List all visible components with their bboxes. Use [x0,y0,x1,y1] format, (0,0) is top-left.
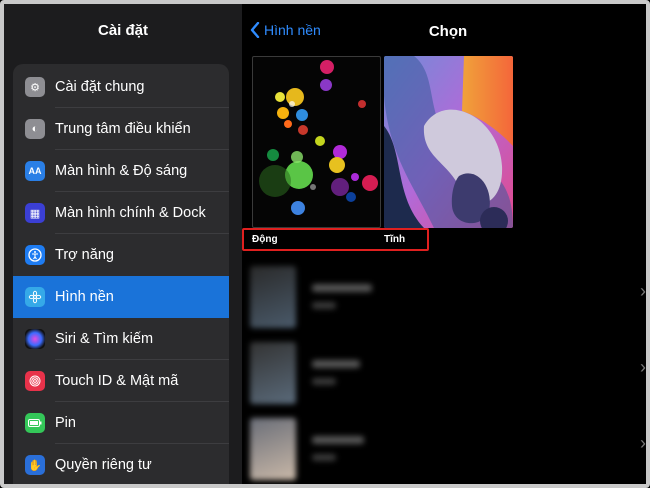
settings-list: ⚙ Cài đặt chung ◐ Trung tâm điều khiển A… [13,64,229,484]
dynamic-wallpaper-thumbnail[interactable] [252,56,381,228]
sidebar-item-wallpaper[interactable]: Hình nền [13,276,229,318]
sidebar-item-accessibility[interactable]: Trợ năng [13,234,229,276]
screen-frame: Cài đặt ⚙ Cài đặt chung ◐ Trung tâm điều… [0,0,650,488]
sidebar-title: Cài đặt [97,22,148,39]
sidebar-item-label: Màn hình chính & Dock [55,205,206,221]
blurred-list-item[interactable] [250,266,646,336]
sidebar-item-label: Cài đặt chung [55,79,145,95]
caption-highlight-box [242,228,429,251]
sidebar-item-label: Quyền riêng tư [55,457,152,473]
sidebar-item-battery[interactable]: Pin [13,402,229,444]
sidebar-item-control-center[interactable]: ◐ Trung tâm điều khiển [13,108,229,150]
sidebar-item-display[interactable]: AA Màn hình & Độ sáng [13,150,229,192]
sidebar-item-label: Trung tâm điều khiển [55,121,191,137]
sidebar-item-label: Trợ năng [55,247,114,263]
sidebar-item-label: Siri & Tìm kiếm [55,331,154,347]
sidebar-item-label: Touch ID & Mật mã [55,373,179,389]
blurred-list-item[interactable] [250,342,646,412]
home-grid-icon: ▦ [25,203,45,223]
siri-icon [25,329,45,349]
gear-icon: ⚙ [25,77,45,97]
battery-icon [25,413,45,433]
sidebar-item-home-screen[interactable]: ▦ Màn hình chính & Dock [13,192,229,234]
accessibility-icon [25,245,45,265]
settings-sidebar: Cài đặt ⚙ Cài đặt chung ◐ Trung tâm điều… [4,4,242,484]
sidebar-item-label: Pin [55,415,76,431]
sidebar-item-label: Hình nền [55,289,114,305]
page-title: Chọn [428,23,468,40]
toggles-icon: ◐ [25,119,45,139]
still-wallpaper-thumbnail[interactable] [384,56,513,228]
chevron-right-icon: › [640,433,646,453]
sidebar-item-touch-id[interactable]: Touch ID & Mật mã [13,360,229,402]
hand-icon: ✋ [25,455,45,475]
sidebar-item-label: Màn hình & Độ sáng [55,163,188,179]
still-wallpaper-image [384,56,513,228]
wallpaper-icon [25,287,45,307]
sidebar-item-general[interactable]: ⚙ Cài đặt chung [13,66,229,108]
chevron-right-icon: › [640,281,646,301]
chevron-right-icon: › [640,357,646,377]
sidebar-item-siri[interactable]: Siri & Tìm kiếm [13,318,229,360]
text-size-icon: AA [25,161,45,181]
dynamic-bubbles-image [259,60,378,215]
blurred-list-item[interactable] [250,418,646,484]
sidebar-item-privacy[interactable]: ✋ Quyền riêng tư [13,444,229,484]
fingerprint-icon [25,371,45,391]
